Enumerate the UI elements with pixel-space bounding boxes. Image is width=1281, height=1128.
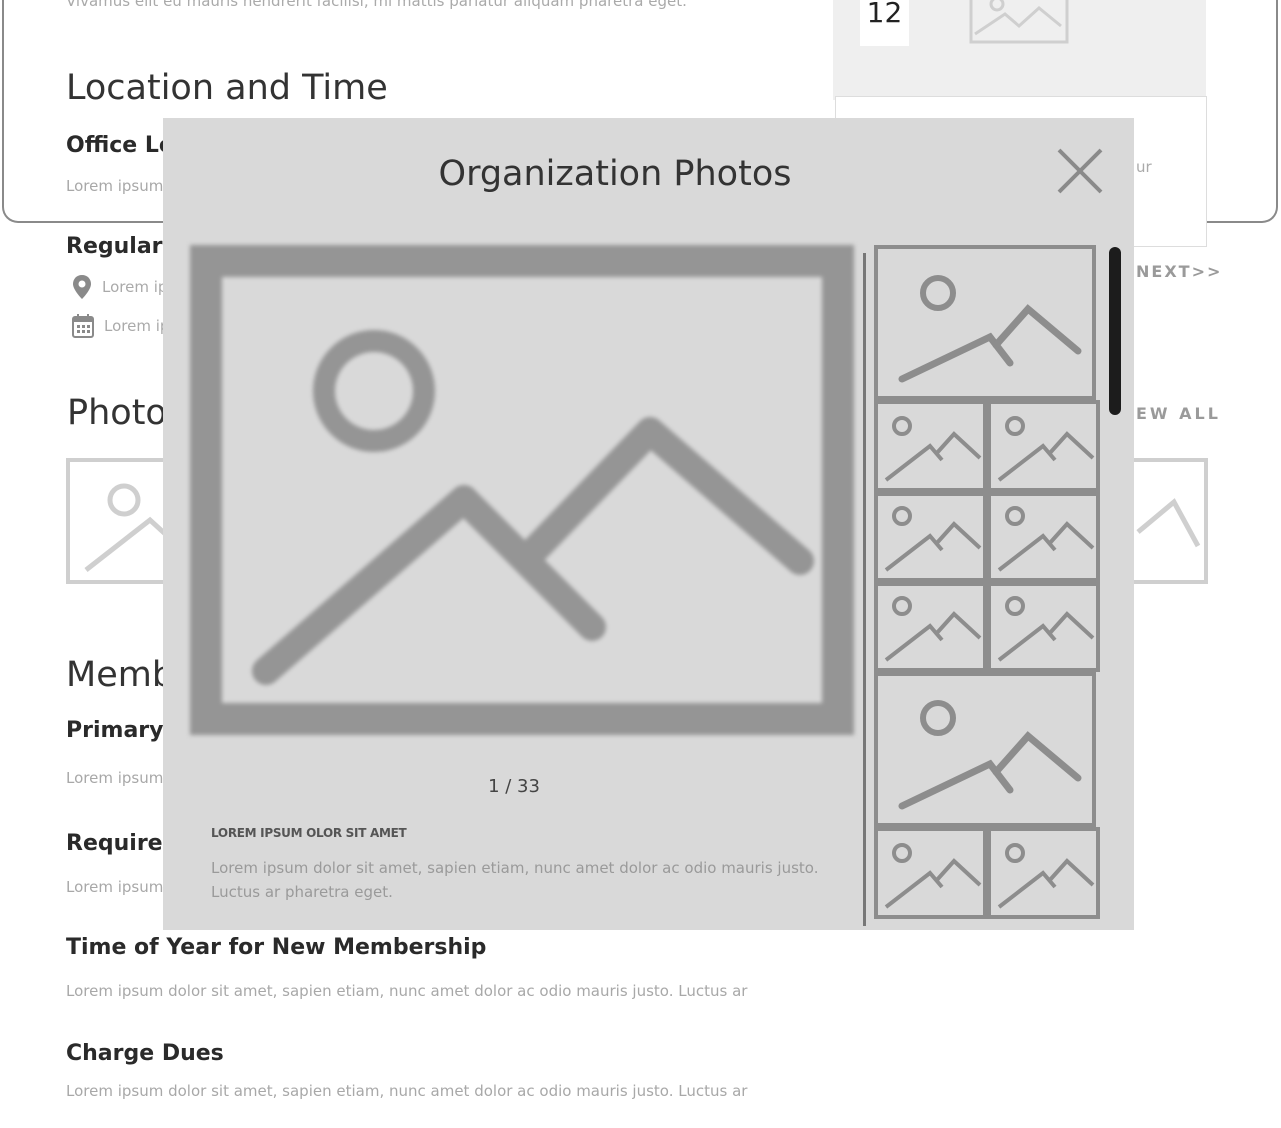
modal-title: Organization Photos [438,154,792,194]
charge-dues-text: Lorem ipsum dolor sit amet, sapien etiam… [66,1082,748,1100]
image-placeholder-icon [884,506,982,572]
requirements-label: Requirer [66,831,174,856]
location-meta-row: Lorem ip [72,274,167,300]
office-location-label: Office Lo [66,133,174,158]
image-placeholder-icon [997,506,1095,572]
time-of-year-text: Lorem ipsum dolor sit amet, sapien etiam… [66,982,748,1000]
requirements-text: Lorem ipsum [66,878,164,896]
image-placeholder-icon [84,483,176,572]
image-placeholder-icon [997,416,1095,482]
photo-thumbnail[interactable] [1130,458,1208,584]
photo-gallery-modal: Organization Photos 1 / 33 LOREM IPSUM O… [163,118,1134,930]
image-placeholder-icon [898,275,1082,383]
close-icon[interactable] [1055,146,1105,196]
image-placeholder-icon [969,0,1069,44]
photo-caption-text: Lorem ipsum dolor sit amet, sapien etiam… [211,859,819,901]
image-placeholder-icon [997,596,1095,662]
intro-text: Vivamus elit eu mauris hendrerit facilis… [66,0,687,10]
image-placeholder-icon [884,596,982,662]
photo-thumbnail[interactable] [66,458,176,584]
photo-caption-title: LOREM IPSUM OLOR SIT AMET [211,826,407,840]
charge-dues-label: Charge Dues [66,1041,224,1066]
thumbnail[interactable] [987,582,1100,672]
thumbnail[interactable] [987,827,1100,919]
scrollbar-handle[interactable] [1109,247,1121,415]
location-pin-icon [73,275,91,299]
thumbnail-strip[interactable] [872,245,1104,930]
side-box-text: ur [1136,158,1152,176]
image-placeholder-icon [898,700,1082,810]
date-meta-row: Lorem ip [72,314,169,338]
image-placeholder-icon [997,843,1095,909]
thumbnail[interactable] [874,245,1096,400]
image-placeholder-icon [1136,498,1201,548]
thumbnail[interactable] [874,400,987,492]
primary-label: Primary [66,718,164,743]
date-badge: 12 [860,0,909,46]
thumbnail[interactable] [874,827,987,919]
location-title: Location and Time [66,68,388,108]
photos-title: Photo [67,393,167,433]
image-placeholder-icon [884,416,982,482]
time-of-year-label: Time of Year for New Membership [66,935,487,960]
thumbnail[interactable] [874,672,1096,827]
regular-label: Regular [66,234,163,259]
photo-counter: 1 / 33 [488,776,540,797]
office-location-text: Lorem ipsum [66,177,164,195]
location-meta-text: Lorem ip [102,278,168,296]
calendar-icon [72,314,94,338]
image-placeholder-icon [884,843,982,909]
next-link[interactable]: NEXT>> [1136,262,1222,281]
thumbnail[interactable] [874,582,987,672]
gallery-divider [863,253,866,926]
view-all-link[interactable]: EW ALL [1136,404,1221,423]
thumbnail[interactable] [874,492,987,582]
members-title: Memb [66,655,175,695]
thumbnail[interactable] [987,400,1100,492]
date-meta-text: Lorem ip [104,317,170,335]
thumbnail[interactable] [987,492,1100,582]
main-photo[interactable] [190,245,854,735]
primary-text: Lorem ipsum [66,769,164,787]
